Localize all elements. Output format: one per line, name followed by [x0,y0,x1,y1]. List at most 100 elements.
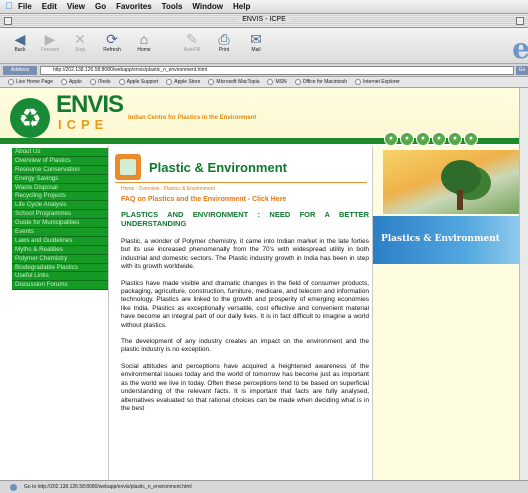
nav-circle-icon[interactable]: ● [448,132,462,146]
back-arrow-icon: ◀ [14,31,26,47]
favorite-msn[interactable]: MSN [267,79,287,85]
sidebar-item-overview-of-plastics[interactable]: Overview of Plastics [12,156,108,166]
sidebar-item-discussion-forums[interactable]: Discussion Forums [12,281,108,291]
favorite-icon [208,79,215,85]
autofill-label: AutoFill [183,47,201,53]
status-bar: Go to http://202.138.126.58:8080/webapp/… [0,480,528,493]
menu-tools[interactable]: Tools [162,2,183,11]
browser-toolbar: ◀ Back ▶ Forward ✕ Stop ⟳ Refresh ⌂ Home… [0,28,528,65]
breadcrumb[interactable]: Home : Overview : Plastics & Environment [121,186,215,192]
favorite-live-home-page[interactable]: Live Home Page [8,79,53,85]
favorite-microsoft-mactopia[interactable]: Microsoft MacTopia [208,79,259,85]
paragraph: Plastics have made visible and dramatic … [121,279,369,329]
print-button[interactable]: ⎙ Print [208,31,240,53]
internet-explorer-logo-icon: e [512,32,528,65]
sidebar-item-waste-disposal[interactable]: Waste Disposal [12,183,108,193]
favorite-apple-store[interactable]: Apple Store [166,79,200,85]
site-logo-icpe[interactable]: ICPE [58,117,108,132]
nav-circle-icon[interactable]: ● [416,132,430,146]
tree-image [383,150,528,214]
favorite-icon [166,79,173,85]
stop-button[interactable]: ✕ Stop [64,31,96,53]
favorite-icon [294,79,301,85]
menu-go[interactable]: Go [95,2,106,11]
back-button[interactable]: ◀ Back [4,31,36,53]
favorite-office-for-macintosh[interactable]: Office for Macintosh [294,79,347,85]
refresh-button[interactable]: ⟳ Refresh [96,31,128,53]
address-input[interactable]: http://202.138.126.58:8080/webapp/envis/… [40,66,514,75]
sidebar-item-myths-and-realities[interactable]: Myths & Realities [12,245,108,255]
menu-favorites[interactable]: Favorites [116,2,152,11]
faq-link[interactable]: FAQ on Plastics and the Environment - Cl… [121,196,286,203]
plastics-environment-banner: Plastics & Environment [373,216,528,264]
sidebar-item-recycling-projects[interactable]: Recycling Projects [12,192,108,202]
stop-x-icon: ✕ [74,31,86,47]
window-title: ENVIS - ICPE [0,16,528,23]
favorite-label: Office for Macintosh [302,79,347,85]
nav-circle-icon[interactable]: ● [432,132,446,146]
favorite-label: Internet Explorer [362,79,400,85]
web-page: ♻ ENVIS ICPE Indian Centre for Plastics … [0,88,528,480]
page-title: Plastic & Environment [149,160,287,175]
paragraph: Social attitudes and perceptions have ac… [121,362,369,412]
refresh-label: Refresh [103,47,121,53]
menu-edit[interactable]: Edit [42,2,57,11]
autofill-icon: ✎ [186,31,198,47]
favorite-icon [8,79,14,85]
section-heading: PLASTICS AND ENVIRONMENT : NEED FOR A BE… [121,210,369,228]
nav-circle-icon[interactable]: ● [384,132,398,146]
favorite-label: Apple Support [126,79,159,85]
banner-text: Plastics & Environment [381,234,500,244]
autofill-button[interactable]: ✎ AutoFill [176,31,208,53]
sidebar-item-school-programmes[interactable]: School Programmes [12,210,108,220]
forward-button[interactable]: ▶ Forward [34,31,66,53]
right-panel: Plastics & Environment [372,146,528,480]
sidebar-item-about-us[interactable]: About Us [12,148,108,157]
mail-label: Mail [251,47,261,53]
header-nav-circles: ● ● ● ● ● ● [382,132,478,146]
sidebar-item-guide-for-municipalities[interactable]: Guide for Municipalities [12,219,108,229]
favorite-internet-explorer[interactable]: Internet Explorer [354,79,400,85]
article-body: Plastic, a wonder of Polymer chemistry, … [121,238,369,421]
print-icon: ⎙ [218,31,230,47]
sidebar-item-resource-conservation[interactable]: Resource Conservation [12,165,108,175]
nav-circle-icon[interactable]: ● [464,132,478,146]
favorite-label: Apple [68,79,82,85]
address-label: Address [3,66,37,75]
home-button[interactable]: ⌂ Home [128,31,160,53]
favorite-apple-support[interactable]: Apple Support [118,79,159,85]
forward-label: Forward [40,47,60,53]
site-logo-envis[interactable]: ENVIS [56,91,124,119]
mail-icon: ✉ [250,31,262,47]
sidebar-item-life-cycle-analysis[interactable]: Life Cycle Analysis [12,201,108,211]
sidebar-item-polymer-chemistry[interactable]: Polymer Chemistry [12,254,108,264]
favorite-label: Microsoft MacTopia [216,79,260,85]
paragraph: Plastic, a wonder of Polymer chemistry, … [121,238,369,271]
vertical-scrollbar[interactable] [519,88,528,480]
print-label: Print [218,47,230,53]
favorite-icon [267,79,274,85]
mail-button[interactable]: ✉ Mail [240,31,272,53]
menu-view[interactable]: View [67,2,85,11]
favorite-icon [118,79,125,85]
favorite-icon [89,79,96,85]
menu-window[interactable]: Window [192,2,223,11]
nav-circle-icon[interactable]: ● [400,132,414,146]
centre-name: Indian Centre for Plastics in the Enviro… [128,115,257,121]
go-button[interactable]: Go [516,66,528,75]
favorite-apple[interactable]: Apple [60,79,82,85]
favorite-itools[interactable]: iTools [89,79,111,85]
menu-file[interactable]: File [18,2,32,11]
paragraph: The development of any industry creates … [121,338,369,354]
menu-help[interactable]: Help [233,2,250,11]
window-titlebar[interactable]: ENVIS - ICPE [0,14,528,28]
sidebar-item-events[interactable]: Events [12,228,108,237]
sidebar-item-biodegradable-plastics[interactable]: Biodegradable Plastics [12,263,108,273]
right-panel-fill [373,264,528,480]
sidebar-item-energy-savings[interactable]: Energy Savings [12,174,108,184]
apple-menu-icon[interactable]:  [0,1,18,12]
favorite-label: Live Home Page [16,79,53,85]
favorite-label: Apple Store [174,79,201,85]
sidebar-item-laws-and-guidelines[interactable]: Laws and Guidelines [12,236,108,246]
sidebar-item-useful-links[interactable]: Useful Links [12,272,108,282]
